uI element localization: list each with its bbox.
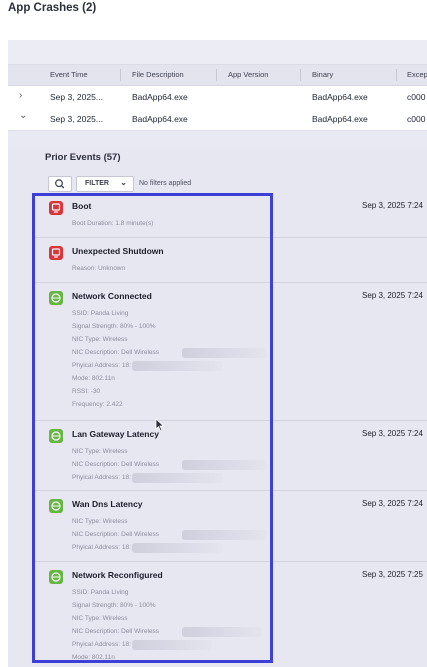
page-title: App Crashes (2) bbox=[8, 2, 97, 14]
redacted-value bbox=[132, 473, 222, 483]
cell-binary: BadApp64.exe bbox=[312, 92, 368, 102]
network-icon bbox=[49, 499, 63, 513]
event-boot[interactable]: Boot Sep 3, 2025 7:24 Boot Duration: 1.8… bbox=[32, 193, 427, 238]
event-detail: Boot Duration: 1.8 minute(s) bbox=[72, 220, 154, 227]
event-detail: Frequency: 2.422 bbox=[72, 401, 123, 408]
col-file-description[interactable]: File Description bbox=[132, 70, 184, 79]
chevron-down-icon: ⌄ bbox=[120, 178, 127, 187]
power-icon bbox=[49, 201, 63, 215]
network-icon bbox=[49, 429, 63, 443]
filter-status: No filters applied bbox=[139, 180, 192, 187]
cell-event-time: Sep 3, 2025... bbox=[50, 114, 103, 124]
crash-panel: Event Time File Description App Version … bbox=[8, 40, 427, 667]
col-binary[interactable]: Binary bbox=[312, 70, 333, 79]
event-detail: NIC Type: Wireless bbox=[72, 336, 128, 343]
network-icon bbox=[49, 570, 63, 584]
event-detail: Phyical Address: 18: bbox=[72, 544, 131, 551]
event-name: Wan Dns Latency bbox=[72, 499, 143, 509]
event-detail: SSID: Panda Living bbox=[72, 310, 129, 317]
event-detail: Reason: Unknown bbox=[72, 265, 126, 272]
cell-exception: c000 bbox=[407, 92, 426, 102]
cell-exception: c000 bbox=[407, 114, 426, 124]
table-row[interactable]: ⌄ Sep 3, 2025... BadApp64.exe BadApp64.e… bbox=[8, 108, 427, 131]
event-time: Sep 3, 2025 7:24 bbox=[362, 429, 423, 438]
event-detail: NIC Type: Wireless bbox=[72, 615, 128, 622]
event-detail: NIC Description: Dell Wireless bbox=[72, 628, 160, 635]
event-detail: Phyical Address: 18: bbox=[72, 641, 131, 648]
redacted-value bbox=[132, 640, 212, 650]
event-name: Network Reconfigured bbox=[72, 570, 163, 580]
table-header: Event Time File Description App Version … bbox=[8, 65, 427, 86]
search-icon bbox=[55, 179, 65, 189]
event-name: Network Connected bbox=[72, 291, 152, 301]
cell-file-description: BadApp64.exe bbox=[132, 114, 188, 124]
event-time: Sep 3, 2025 7:24 bbox=[362, 499, 423, 508]
redacted-value bbox=[182, 627, 262, 637]
column-divider[interactable] bbox=[120, 69, 121, 81]
power-icon bbox=[49, 246, 63, 260]
redacted-value bbox=[182, 460, 267, 470]
event-time: Sep 3, 2025 7:25 bbox=[362, 570, 423, 579]
redacted-value bbox=[132, 361, 222, 371]
filter-label: FILTER bbox=[85, 180, 109, 187]
column-divider[interactable] bbox=[396, 69, 397, 81]
event-detail: Phyical Address: 18: bbox=[72, 362, 131, 369]
network-icon bbox=[49, 291, 63, 305]
col-event-time[interactable]: Event Time bbox=[50, 70, 88, 79]
event-detail: Signal Strength: 80% - 100% bbox=[72, 323, 156, 330]
search-button[interactable] bbox=[48, 176, 72, 192]
event-detail: NIC Description: Dell Wireless bbox=[72, 531, 160, 538]
event-detail: SSID: Panda Living bbox=[72, 589, 129, 596]
redacted-value bbox=[132, 543, 222, 553]
column-divider[interactable] bbox=[300, 69, 301, 81]
event-detail: RSSI: -30 bbox=[72, 388, 101, 395]
event-network-reconfigured[interactable]: Network Reconfigured Sep 3, 2025 7:25 SS… bbox=[32, 562, 427, 667]
cell-binary: BadApp64.exe bbox=[312, 114, 368, 124]
event-detail: NIC Type: Wireless bbox=[72, 448, 128, 455]
event-name: Unexpected Shutdown bbox=[72, 246, 164, 256]
event-detail: NIC Type: Wireless bbox=[72, 518, 128, 525]
event-unexpected-shutdown[interactable]: Unexpected Shutdown Reason: Unknown bbox=[32, 238, 427, 283]
chevron-right-icon[interactable]: › bbox=[19, 90, 22, 101]
cell-event-time: Sep 3, 2025... bbox=[50, 92, 103, 102]
event-time: Sep 3, 2025 7:24 bbox=[362, 291, 423, 300]
event-detail: Signal Strength: 80% - 100% bbox=[72, 602, 156, 609]
event-lan-gateway-latency[interactable]: Lan Gateway Latency Sep 3, 2025 7:24 NIC… bbox=[32, 421, 427, 491]
event-network-connected[interactable]: Network Connected Sep 3, 2025 7:24 SSID:… bbox=[32, 283, 427, 421]
event-name: Boot bbox=[72, 201, 92, 211]
event-time: Sep 3, 2025 7:24 bbox=[362, 201, 423, 210]
prior-events-title: Prior Events (57) bbox=[45, 152, 121, 163]
cell-file-description: BadApp64.exe bbox=[132, 92, 188, 102]
panel-toolbar bbox=[8, 40, 427, 65]
event-wan-dns-latency[interactable]: Wan Dns Latency Sep 3, 2025 7:24 NIC Typ… bbox=[32, 491, 427, 562]
event-name: Lan Gateway Latency bbox=[72, 429, 159, 439]
event-detail: Mode: 802.11n bbox=[72, 654, 115, 661]
event-detail: NIC Description: Dell Wireless bbox=[72, 349, 160, 356]
mouse-cursor-icon bbox=[155, 418, 165, 432]
col-exception[interactable]: Excep bbox=[407, 70, 427, 79]
col-app-version[interactable]: App Version bbox=[228, 70, 268, 79]
redacted-value bbox=[182, 348, 267, 358]
event-detail: NIC Description: Dell Wireless bbox=[72, 461, 160, 468]
event-detail: Phyical Address: 18: bbox=[72, 474, 131, 481]
filter-dropdown[interactable]: FILTER ⌄ bbox=[76, 176, 134, 192]
redacted-value bbox=[182, 530, 267, 540]
column-divider[interactable] bbox=[216, 69, 217, 81]
chevron-down-icon[interactable]: ⌄ bbox=[19, 110, 27, 121]
event-detail: Mode: 802.11n bbox=[72, 375, 115, 382]
table-row[interactable]: › Sep 3, 2025... BadApp64.exe BadApp64.e… bbox=[8, 86, 427, 109]
